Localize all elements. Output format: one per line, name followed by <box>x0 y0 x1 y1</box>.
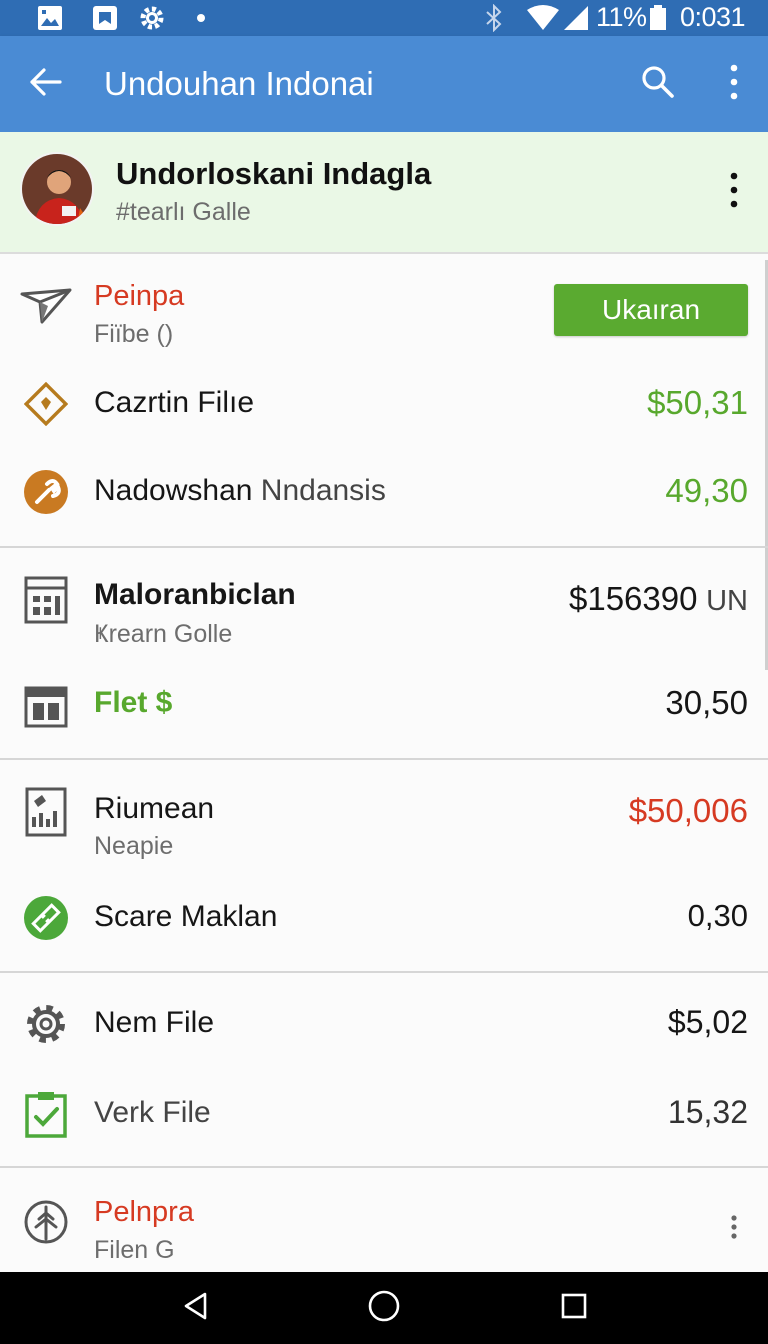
row-label: Peinpa <box>94 280 185 312</box>
home-circle-icon <box>367 1289 401 1328</box>
divider <box>0 546 768 548</box>
nav-back-button[interactable] <box>176 1288 216 1328</box>
row-label-main: Nadowshan <box>94 474 253 507</box>
list-item[interactable]: Verk File 15,32 <box>0 1088 768 1142</box>
row-sub: Ҝrearn Golle <box>94 620 233 648</box>
search-button[interactable] <box>634 60 682 108</box>
navigation-bar <box>0 1272 768 1344</box>
nav-home-button[interactable] <box>364 1288 404 1328</box>
back-button[interactable] <box>21 60 69 108</box>
avatar[interactable] <box>20 152 94 226</box>
row-sub: Fiïbe () <box>94 320 174 348</box>
battery-icon <box>648 4 668 37</box>
row-value: $5,02 <box>667 1004 748 1040</box>
row-value: $156390 UN <box>569 580 748 618</box>
gear-icon <box>138 4 166 37</box>
bluetooth-icon <box>484 3 504 37</box>
tree-icon <box>20 1196 72 1248</box>
calendar-icon <box>20 680 72 732</box>
row-label: Nadowshan Nndansis <box>94 474 386 508</box>
clock: 0:031 <box>680 2 746 32</box>
wifi-icon <box>526 4 560 37</box>
bookmark-icon <box>92 4 118 37</box>
row-label: Scare Maklan <box>94 900 278 933</box>
row-value-unit: UN <box>706 585 748 617</box>
row-more-button[interactable] <box>724 1212 744 1242</box>
row-value: 0,30 <box>687 898 748 933</box>
divider <box>0 1166 768 1168</box>
row-label-extra: Nndansis <box>260 474 386 507</box>
send-icon <box>20 280 72 332</box>
divider <box>0 971 768 973</box>
row-label: Pelnpra <box>94 1196 194 1228</box>
row-value: 49,30 <box>665 472 748 509</box>
profile-header[interactable]: Undorloskani Indagla #tearlı Galle <box>0 132 768 254</box>
list-item[interactable]: Pelnpra Filen G <box>0 1192 768 1268</box>
row-label: Nem File <box>94 1006 215 1039</box>
divider <box>0 758 768 760</box>
profile-more-button[interactable] <box>714 170 754 210</box>
document-chart-icon <box>20 786 72 838</box>
primary-action-button[interactable]: Ukaıran <box>554 284 748 336</box>
back-arrow-icon <box>28 67 62 102</box>
list-item[interactable]: Scare Maklan 0,30 <box>0 892 768 946</box>
more-vert-icon <box>724 1215 744 1246</box>
row-value-amount: $156390 <box>569 580 698 617</box>
row-label: Riumean <box>94 792 215 825</box>
app-bar: Undouhan Indonai <box>0 36 768 132</box>
row-value: $50,31 <box>647 384 748 421</box>
list-item[interactable]: Flet $ 30,50 <box>0 678 768 732</box>
recents-square-icon <box>559 1291 589 1326</box>
battery-text: 11% <box>596 2 647 32</box>
row-value: 15,32 <box>667 1094 748 1130</box>
list-item[interactable]: Nem File $5,02 <box>0 998 768 1052</box>
row-sub: Filen G <box>94 1236 175 1264</box>
status-bar: 11% 0:031 <box>0 0 768 36</box>
row-sub: Neapie <box>94 832 174 860</box>
page-title: Undouhan Indonai <box>104 65 374 102</box>
tag-icon <box>20 378 72 430</box>
profile-name: Undorloskani Indagla <box>116 156 432 191</box>
nav-recents-button[interactable] <box>554 1288 594 1328</box>
profile-handle: #tearlı Galle <box>116 198 251 226</box>
row-value: $50,006 <box>628 792 748 829</box>
row-value: 30,50 <box>665 684 748 721</box>
list-item[interactable]: Cazrtin Filıe $50,31 <box>0 378 768 432</box>
list-item[interactable]: Maloranbiclan Ҝrearn Golle $156390 UN <box>0 574 768 650</box>
image-icon <box>36 4 64 37</box>
row-label: Cazrtin Filıe <box>94 386 255 419</box>
back-triangle-icon <box>181 1291 211 1326</box>
row-label: Flet $ <box>94 686 173 719</box>
calculator-icon <box>20 574 72 626</box>
checklist-icon <box>20 1088 72 1140</box>
signal-icon <box>562 4 590 37</box>
dot-icon <box>196 10 206 28</box>
ruler-icon <box>20 892 72 944</box>
row-label: Verk File <box>94 1096 211 1129</box>
gear-icon <box>20 998 72 1050</box>
more-vert-icon <box>714 172 754 214</box>
list-item[interactable]: Nadowshan Nndansis 49,30 <box>0 466 768 520</box>
list-item[interactable]: Riumean Neapie $50,006 <box>0 786 768 862</box>
overflow-menu-button[interactable] <box>710 60 758 108</box>
wrench-icon <box>20 466 72 518</box>
overflow-menu-icon <box>729 64 739 105</box>
search-icon <box>640 64 676 105</box>
row-label: Maloranbiclan <box>94 578 296 611</box>
